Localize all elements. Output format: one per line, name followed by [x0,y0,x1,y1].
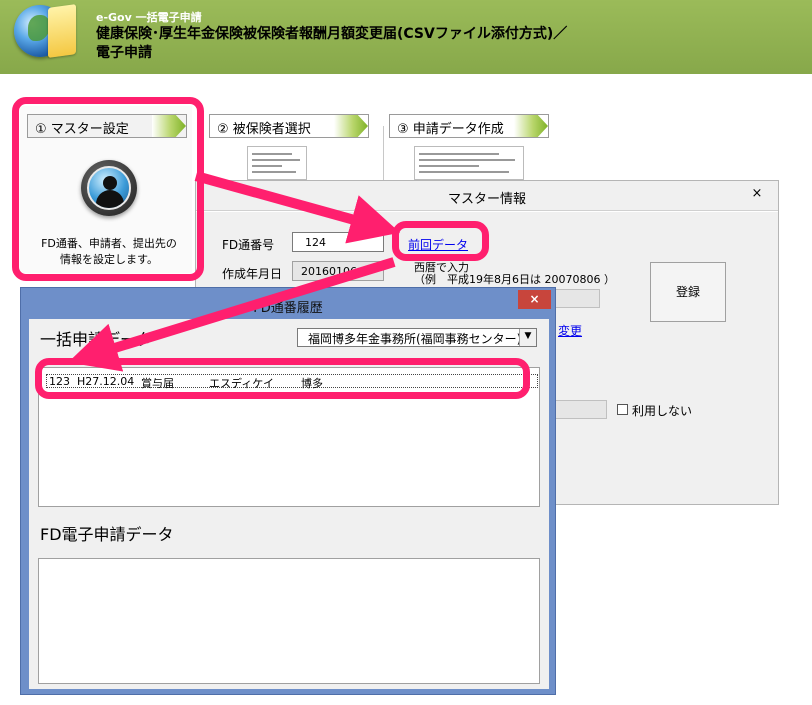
chevron-right-icon [334,115,368,137]
step-tab-select-insured[interactable]: ② 被保険者選択 [209,114,369,138]
step3-panel-border [383,126,384,186]
office-select[interactable]: 福岡博多年金事務所(福岡事務センター) [297,328,537,347]
batch-data-heading: 一括申請データ [40,330,153,349]
app-header: e-Gov 一括電子申請 健康保険･厚生年金保険被保険者報酬月額変更届(CSVフ… [0,0,812,74]
highlight-step1 [12,97,204,281]
step3-thumbnail [414,146,524,180]
form-title-line2: 電子申請 [96,45,152,61]
fd-data-list[interactable] [38,558,540,684]
highlight-batch-row [35,358,530,399]
unused-label: 利用しない [632,404,693,418]
step-tab-label: ③ 申請データ作成 [397,122,504,137]
app-name: e-Gov 一括電子申請 [96,11,202,24]
folder-logo-icon [48,4,76,58]
fd-data-heading: FD電子申請データ [40,525,174,544]
close-icon[interactable]: × [744,184,770,204]
step-tab-create-data[interactable]: ③ 申請データ作成 [389,114,549,138]
master-dialog-title: マスター情報 [447,192,526,207]
created-date-label: 作成年月日 [222,267,283,281]
register-button[interactable]: 登録 [650,262,726,322]
master-dialog-titlebar: マスター情報 × [196,181,778,211]
readonly-field [555,400,607,419]
step2-thumbnail [247,146,307,180]
fd-number-label: FD通番号 [222,238,275,252]
fd-history-title: FD通番履歴 [253,301,323,316]
chevron-right-icon [514,115,548,137]
close-icon[interactable]: × [518,290,551,309]
change-link[interactable]: 変更 [558,322,582,339]
step-tab-label: ② 被保険者選択 [217,122,311,137]
fd-number-input[interactable]: 124 [292,232,384,252]
date-hint-line2: （例 平成19年8月6日は 20070806 ） [414,273,615,286]
highlight-previous-data [392,221,489,261]
created-date-input[interactable]: 20160106 [292,261,384,281]
form-title: 健康保険･厚生年金保険被保険者報酬月額変更届(CSVファイル添付方式)／ 電子申… [96,25,696,63]
form-title-line1: 健康保険･厚生年金保険被保険者報酬月額変更届(CSVファイル添付方式)／ [96,26,568,42]
unused-checkbox[interactable] [617,404,628,415]
chevron-down-icon[interactable]: ▼ [519,329,536,346]
